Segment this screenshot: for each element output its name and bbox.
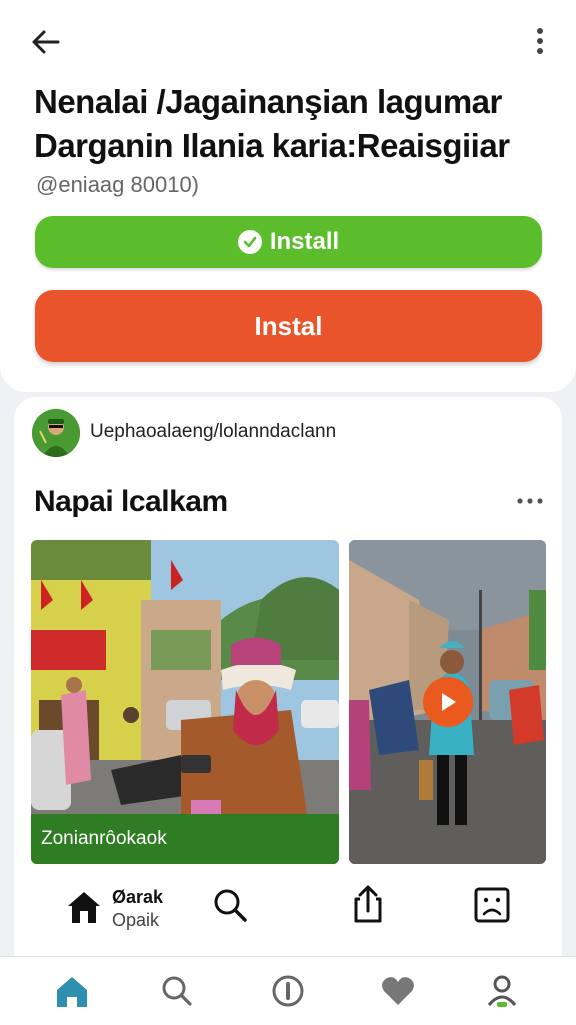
media-caption-bar: Zonianrôokaok: [31, 814, 339, 864]
app-header-card: Nenalai /Jagainanşian lagumar Darganin I…: [0, 0, 576, 392]
post-photo-street[interactable]: Zonianrôokaok: [31, 540, 339, 864]
search-icon[interactable]: [210, 885, 250, 925]
caption-text: Zonianrôokaok: [41, 828, 167, 849]
app-handle: @eniaag 80010): [36, 172, 200, 197]
install-button-label: Install: [269, 228, 340, 255]
home-icon[interactable]: [64, 887, 104, 927]
install-button[interactable]: Install: [35, 216, 542, 268]
home-action-sublabel: Opaik: [112, 910, 160, 930]
nav-compass-icon[interactable]: [268, 971, 308, 1011]
post-title: Napai lcalkam: [34, 485, 228, 518]
instal-button-label: Instal: [254, 310, 323, 341]
home-action-label: Øarak: [112, 887, 164, 907]
check-icon: [237, 230, 262, 254]
app-title: Nenalai /Jagainanşian lagumar Darganin I…: [34, 80, 544, 168]
bottom-navigation: [0, 956, 576, 1025]
app-title-line2: Darganin Ilania karia:Reaisgiiar: [34, 127, 510, 164]
post-video-thumbnail[interactable]: [349, 540, 546, 864]
nav-search-icon[interactable]: [157, 971, 197, 1011]
sad-face-icon[interactable]: [472, 885, 512, 925]
play-button[interactable]: [423, 677, 473, 727]
nav-profile-icon[interactable]: [482, 971, 522, 1011]
share-icon[interactable]: [346, 883, 390, 927]
instal-button[interactable]: Instal: [35, 290, 542, 362]
arrow-left-icon[interactable]: [28, 24, 64, 60]
play-icon: [442, 693, 456, 711]
nav-heart-icon[interactable]: [378, 971, 418, 1011]
nav-home-icon[interactable]: [52, 971, 92, 1011]
more-horizontal-icon[interactable]: [516, 495, 544, 507]
more-vertical-icon[interactable]: [526, 24, 554, 60]
avatar[interactable]: [32, 409, 80, 457]
post-card: Uephaoalaeng/lolanndaclann Napai lcalkam: [14, 397, 562, 997]
post-username[interactable]: Uephaoalaeng/lolanndaclann: [90, 421, 336, 443]
app-title-line1: Nenalai /Jagainanşian lagumar: [34, 83, 502, 120]
